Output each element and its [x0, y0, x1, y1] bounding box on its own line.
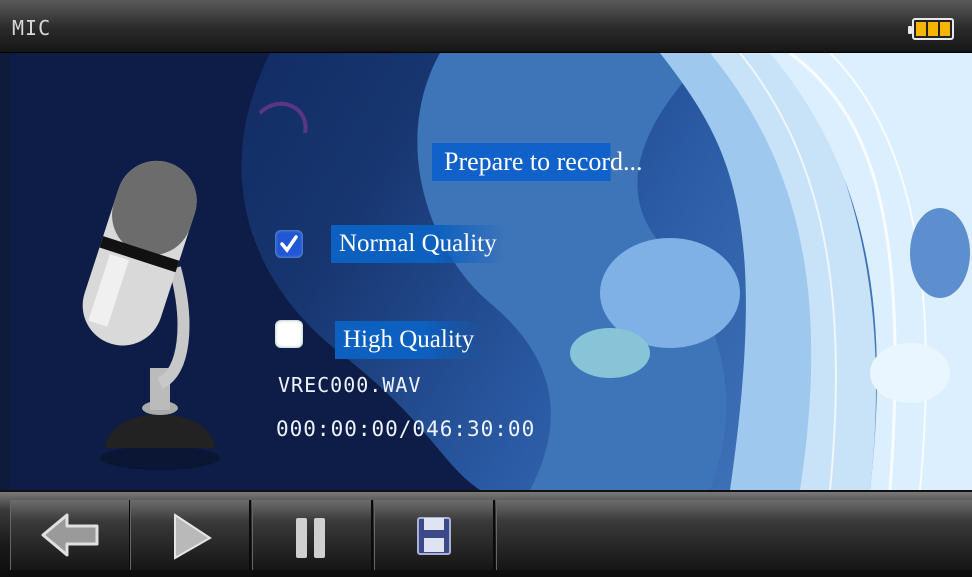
play-button[interactable]: [130, 500, 251, 570]
back-button[interactable]: [10, 500, 131, 570]
save-button[interactable]: [374, 500, 495, 570]
battery-icon: [908, 18, 954, 40]
high-quality-label: High Quality: [335, 321, 483, 359]
recording-timer: 000:00:00/046:30:00: [276, 417, 536, 441]
title-bar: MIC: [0, 0, 972, 53]
recording-filename: VREC000.WAV: [278, 373, 422, 397]
pause-icon: [296, 518, 325, 558]
normal-quality-checkbox[interactable]: [275, 230, 303, 258]
back-arrow-icon: [41, 513, 99, 557]
checkmark-icon: [280, 235, 298, 253]
toolbar-empty-area: [496, 500, 972, 570]
save-icon: [417, 517, 451, 555]
bottom-toolbar: [0, 490, 972, 577]
screen-title: MIC: [12, 16, 52, 40]
quality-option-normal[interactable]: Normal Quality: [275, 225, 505, 263]
play-icon: [174, 513, 212, 560]
pause-button[interactable]: [252, 500, 373, 570]
quality-option-high[interactable]: High Quality: [275, 315, 483, 359]
high-quality-checkbox[interactable]: [275, 320, 303, 348]
main-display: Prepare to record... Normal Quality High…: [10, 53, 972, 490]
normal-quality-label: Normal Quality: [331, 225, 505, 263]
status-text: Prepare to record...: [432, 143, 655, 181]
mic-recorder-screen: MIC Prepare to record... Normal Quality …: [0, 0, 972, 577]
